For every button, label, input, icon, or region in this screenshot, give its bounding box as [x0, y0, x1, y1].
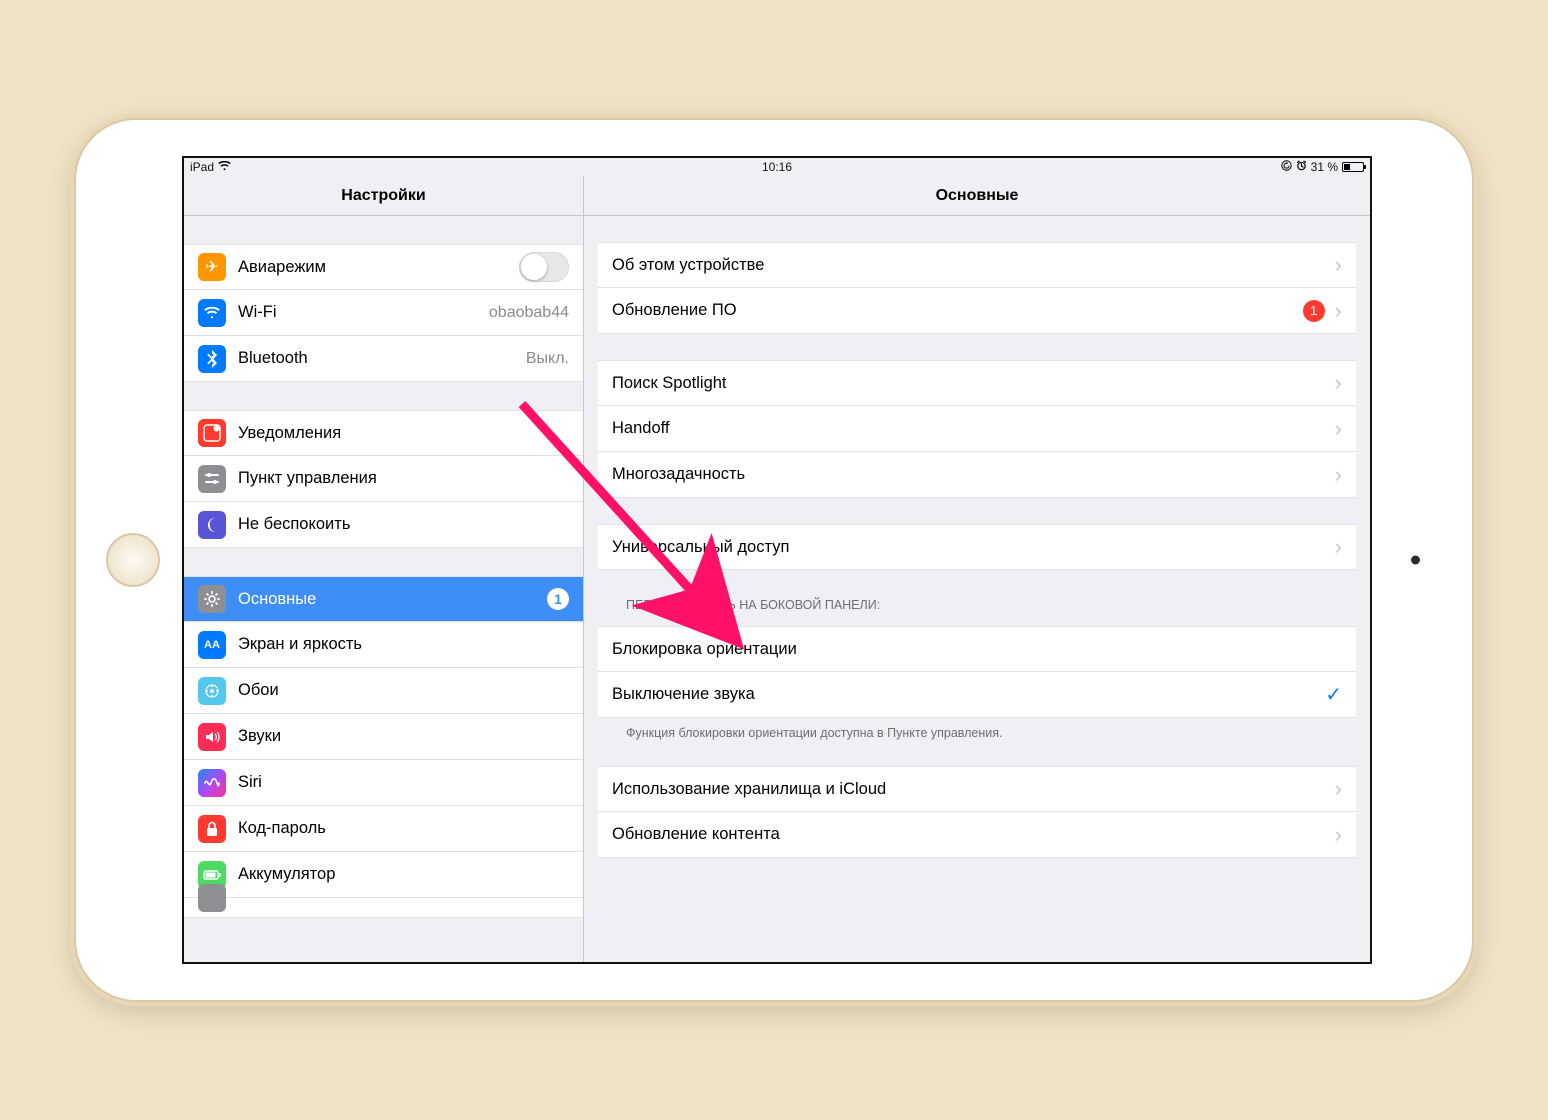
airplane-switch[interactable] — [519, 252, 569, 282]
checkmark-icon: ✓ — [1325, 682, 1342, 707]
notifications-icon — [198, 419, 226, 447]
sidebar-item-label: Siri — [238, 773, 262, 792]
row-mute[interactable]: Выключение звука ✓ — [598, 672, 1356, 718]
lock-icon — [198, 815, 226, 843]
settings-sidebar[interactable]: ✈ Авиарежим Wi-Fi obaobab44 — [184, 216, 584, 962]
sidebar-item-label: Авиарежим — [238, 258, 326, 277]
sidebar-item-label: Wi-Fi — [238, 303, 276, 322]
sidebar-item-label: Аккумулятор — [238, 865, 335, 884]
row-label: Использование хранилища и iCloud — [612, 780, 886, 799]
wallpaper-icon — [198, 677, 226, 705]
sidebar-item-notifications[interactable]: Уведомления — [184, 410, 583, 456]
screen: iPad 10:16 31 % Настройки Основные — [182, 156, 1372, 964]
status-bar: iPad 10:16 31 % — [184, 158, 1370, 176]
chevron-right-icon: › — [1335, 464, 1342, 486]
row-lock-rotation[interactable]: Блокировка ориентации — [598, 626, 1356, 672]
sidebar-item-label: Bluetooth — [238, 349, 308, 368]
sidebar-item-general[interactable]: Основные 1 — [184, 576, 583, 622]
sidebar-item-airplane[interactable]: ✈ Авиарежим — [184, 244, 583, 290]
device-label: iPad — [190, 160, 214, 174]
sidebar-item-bluetooth[interactable]: Bluetooth Выкл. — [184, 336, 583, 382]
bluetooth-icon — [198, 345, 226, 373]
sidebar-item-dnd[interactable]: Не беспокоить — [184, 502, 583, 548]
battery-icon — [1342, 162, 1364, 172]
row-storage[interactable]: Использование хранилища и iCloud › — [598, 766, 1356, 812]
side-switch-header: ПЕРЕКЛЮЧАТЕЛЬ НА БОКОВОЙ ПАНЕЛИ: — [598, 592, 1356, 618]
row-label: Выключение звука — [612, 685, 755, 704]
sidebar-item-label: Звуки — [238, 727, 281, 746]
sidebar-item-label: Основные — [238, 590, 316, 609]
sidebar-item-label: Экран и яркость — [238, 635, 362, 654]
sidebar-item-display[interactable]: AA Экран и яркость — [184, 622, 583, 668]
row-label: Об этом устройстве — [612, 256, 764, 275]
row-accessibility[interactable]: Универсальный доступ › — [598, 524, 1356, 570]
hand-icon — [198, 884, 226, 912]
battery-percent: 31 % — [1311, 160, 1338, 174]
moon-icon — [198, 511, 226, 539]
detail-title: Основные — [584, 176, 1370, 215]
sidebar-title: Настройки — [184, 176, 584, 215]
row-background-refresh[interactable]: Обновление контента › — [598, 812, 1356, 858]
alarm-icon — [1296, 160, 1307, 174]
row-about[interactable]: Об этом устройстве › — [598, 242, 1356, 288]
siri-icon — [198, 769, 226, 797]
sidebar-item-label: Уведомления — [238, 424, 341, 443]
ipad-frame: iPad 10:16 31 % Настройки Основные — [76, 120, 1472, 1000]
speaker-icon — [198, 723, 226, 751]
wifi-icon — [198, 299, 226, 327]
row-software-update[interactable]: Обновление ПО 1 › — [598, 288, 1356, 334]
gear-icon — [198, 585, 226, 613]
home-button[interactable] — [106, 533, 160, 587]
chevron-right-icon: › — [1335, 254, 1342, 276]
row-label: Блокировка ориентации — [612, 640, 797, 659]
sidebar-item-wifi[interactable]: Wi-Fi obaobab44 — [184, 290, 583, 336]
side-switch-footer: Функция блокировки ориентации доступна в… — [598, 718, 1356, 740]
sidebar-item-passcode[interactable]: Код-пароль — [184, 806, 583, 852]
chevron-right-icon: › — [1335, 778, 1342, 800]
sidebar-item-sounds[interactable]: Звуки — [184, 714, 583, 760]
control-center-icon — [198, 465, 226, 493]
sidebar-item-siri[interactable]: Siri — [184, 760, 583, 806]
badge: 1 — [547, 588, 569, 610]
sidebar-item-wallpaper[interactable]: Обои — [184, 668, 583, 714]
sidebar-item-label: Не беспокоить — [238, 515, 350, 534]
row-label: Обновление ПО — [612, 301, 737, 320]
sidebar-item-label: Код-пароль — [238, 819, 326, 838]
airplane-icon: ✈ — [198, 253, 226, 281]
row-label: Многозадачность — [612, 465, 745, 484]
chevron-right-icon: › — [1335, 300, 1342, 322]
wifi-network-value: obaobab44 — [489, 304, 569, 322]
badge: 1 — [1303, 300, 1325, 322]
row-label: Универсальный доступ — [612, 538, 789, 557]
chevron-right-icon: › — [1335, 372, 1342, 394]
header-bar: Настройки Основные — [184, 176, 1370, 216]
row-label: Поиск Spotlight — [612, 374, 727, 393]
row-spotlight[interactable]: Поиск Spotlight › — [598, 360, 1356, 406]
sidebar-item-battery[interactable]: Аккумулятор — [184, 852, 583, 898]
front-camera — [1411, 556, 1420, 565]
row-handoff[interactable]: Handoff › — [598, 406, 1356, 452]
chevron-right-icon: › — [1335, 418, 1342, 440]
sidebar-item-label: Пункт управления — [238, 469, 377, 488]
wifi-icon — [218, 161, 231, 174]
row-multitasking[interactable]: Многозадачность › — [598, 452, 1356, 498]
bluetooth-status-value: Выкл. — [526, 350, 569, 368]
status-time: 10:16 — [762, 160, 792, 174]
sidebar-item-privacy[interactable] — [184, 898, 583, 918]
row-label: Обновление контента — [612, 825, 780, 844]
chevron-right-icon: › — [1335, 824, 1342, 846]
chevron-right-icon: › — [1335, 536, 1342, 558]
rotation-lock-icon — [1281, 160, 1292, 174]
row-label: Handoff — [612, 419, 670, 438]
general-detail-pane[interactable]: Об этом устройстве › Обновление ПО 1 › П… — [584, 216, 1370, 962]
display-icon: AA — [198, 631, 226, 659]
sidebar-item-control-center[interactable]: Пункт управления — [184, 456, 583, 502]
sidebar-item-label: Обои — [238, 681, 279, 700]
